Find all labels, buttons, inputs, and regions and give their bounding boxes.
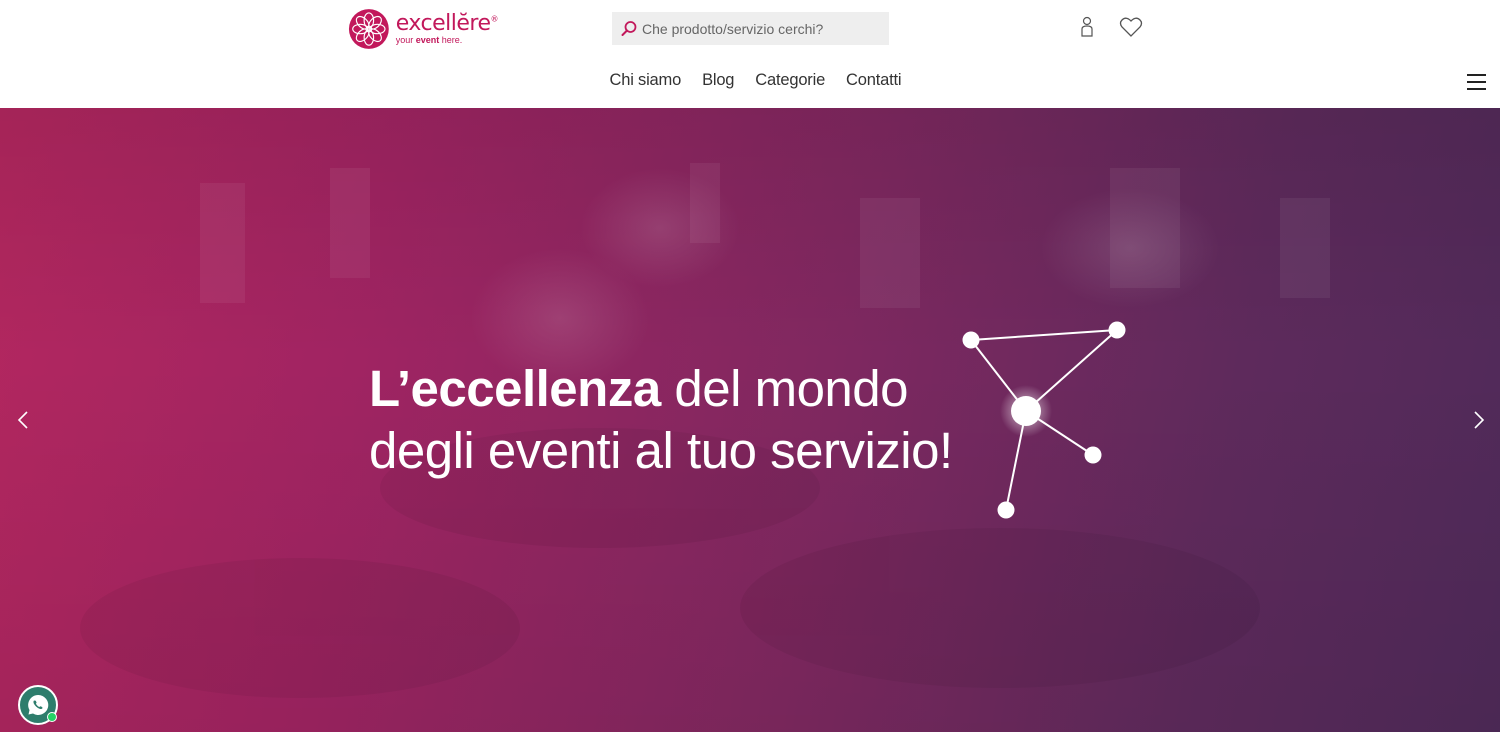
tagline-suffix: here. (439, 35, 463, 45)
main-nav: Chi siamo Blog Categorie Contatti (599, 71, 912, 90)
site-header: excellĕre® your event here. Chi siamo Bl… (0, 0, 1500, 108)
hero-title-bold: L’eccellenza (369, 360, 661, 417)
menu-line (1467, 74, 1486, 76)
nav-item-categorie[interactable]: Categorie (745, 71, 836, 90)
hamburger-menu-icon[interactable] (1467, 74, 1486, 90)
online-status-dot (47, 712, 57, 722)
brand-name: excellĕre® (395, 11, 499, 36)
menu-line (1467, 88, 1486, 90)
heart-icon[interactable] (1119, 16, 1143, 38)
chevron-left-icon[interactable] (14, 408, 34, 432)
nav-item-chi-siamo[interactable]: Chi siamo (599, 71, 692, 90)
chevron-right-icon[interactable] (1468, 408, 1488, 432)
flower-logo-icon (348, 9, 389, 49)
whatsapp-icon (28, 694, 49, 715)
hero-title: L’eccellenza del mondo degli eventi al t… (369, 358, 953, 482)
hero-slider: L’eccellenza del mondo degli eventi al t… (0, 108, 1500, 732)
tagline-prefix: your (395, 35, 416, 45)
brand-tagline: your event here. (396, 36, 498, 45)
nav-item-blog[interactable]: Blog (692, 71, 745, 90)
tagline-bold: event (415, 35, 440, 45)
menu-line (1467, 81, 1486, 83)
registered-mark: ® (490, 14, 499, 24)
search-input[interactable] (642, 20, 882, 37)
hero-title-line1: del mondo (660, 360, 909, 417)
search-icon[interactable] (620, 20, 638, 38)
nav-item-contatti[interactable]: Contatti (836, 71, 912, 90)
user-icon[interactable] (1078, 16, 1096, 38)
constellation-graphic (962, 321, 1126, 519)
search-bar[interactable] (612, 12, 889, 45)
brand-text: excellĕre® your event here. (395, 11, 499, 45)
brand-logo[interactable]: excellĕre® your event here. (348, 6, 498, 52)
brand-name-text: excellĕre (395, 11, 491, 36)
hero-title-line2: degli eventi al tuo servizio! (369, 422, 953, 479)
